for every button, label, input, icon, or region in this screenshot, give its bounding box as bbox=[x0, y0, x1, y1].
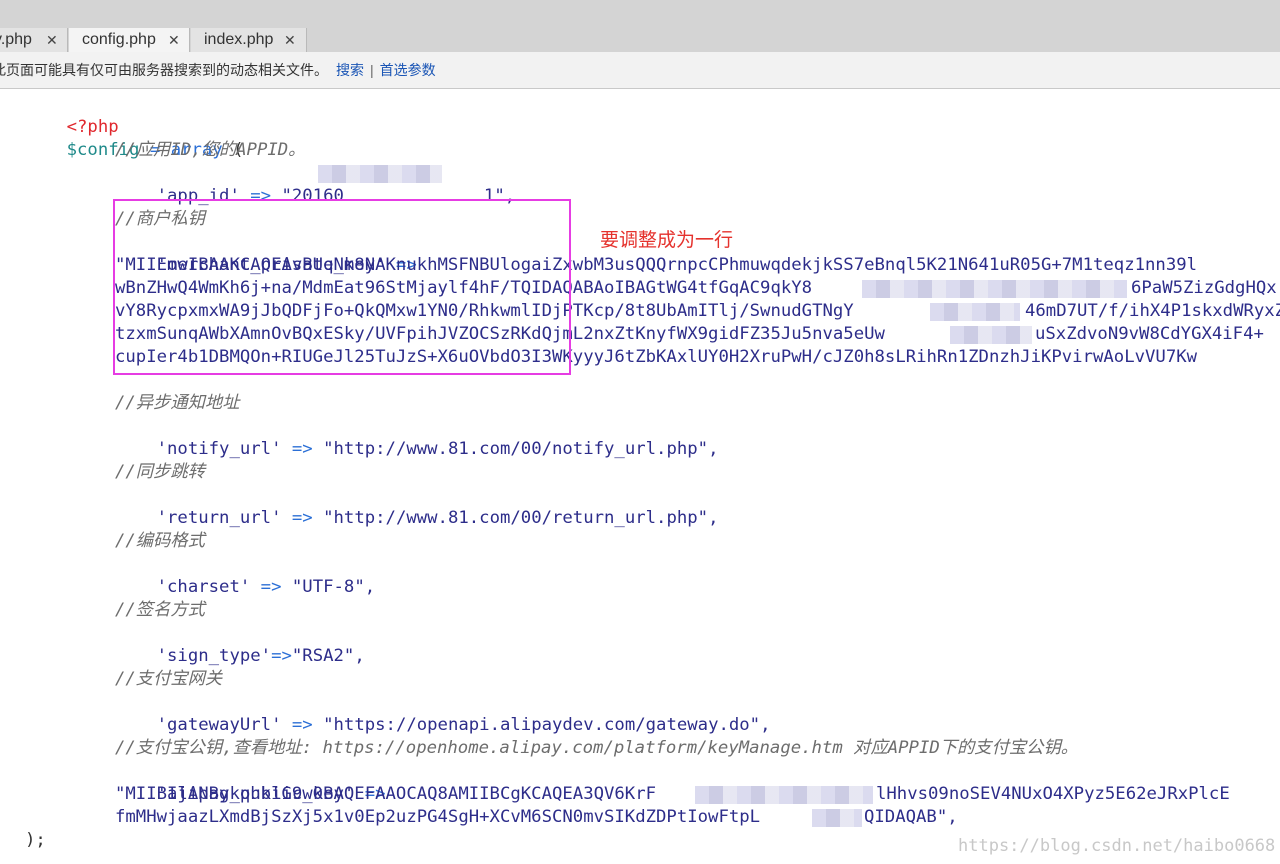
code-line: 'alipay_public_key' => bbox=[115, 760, 386, 804]
tab-bar: y.php ✕ config.php ✕ index.php ✕ bbox=[0, 28, 1280, 52]
info-message: 此页面可能具有仅可由服务器搜索到的动态相关文件。 bbox=[0, 62, 328, 78]
tab-label: index.php bbox=[204, 31, 274, 48]
arrow-operator: => bbox=[281, 439, 324, 459]
tab-label: y.php bbox=[0, 31, 32, 48]
arrow-operator: => bbox=[281, 715, 324, 735]
search-link[interactable]: 搜索 bbox=[336, 62, 364, 78]
tab-index-php[interactable]: index.php ✕ bbox=[191, 28, 307, 52]
tab-close-icon[interactable]: ✕ bbox=[284, 28, 296, 52]
code-comment: //编码格式 bbox=[115, 531, 205, 551]
public-key-line: "MIIBIjANBgkqhkiG9w0BAQEFAAOCAQ8AMIIBCgK… bbox=[115, 784, 657, 804]
redacted-private-key bbox=[930, 303, 1020, 321]
preferences-link[interactable]: 首选参数 bbox=[380, 62, 436, 78]
redacted-app-id bbox=[318, 165, 442, 183]
code-close: ); bbox=[25, 830, 46, 850]
private-key-line: 46mD7UT/f/ihX4P1skxdWRyxZS bbox=[1025, 301, 1280, 321]
gateway-url-value: "https://openapi.alipaydev.com/gateway.d… bbox=[323, 715, 771, 735]
code-line: 'app_id' => "20160 1", bbox=[115, 162, 516, 206]
redacted-private-key bbox=[862, 280, 1127, 298]
private-key-line: uSxZdvoN9vW8CdYGX4iF4+ bbox=[1035, 324, 1264, 344]
code-comment: //应用ID,您的APPID。 bbox=[115, 140, 306, 160]
code-comment: //同步跳转 bbox=[115, 462, 205, 482]
code-line: <?php bbox=[25, 93, 119, 137]
code-line: 'sign_type'=>"RSA2", bbox=[115, 622, 365, 666]
sign-type-value: "RSA2", bbox=[291, 646, 365, 666]
info-separator: | bbox=[370, 62, 374, 78]
private-key-line: 6PaW5ZizGdgHQx bbox=[1131, 278, 1277, 298]
charset-key: 'charset' bbox=[156, 577, 251, 597]
arrow-operator: => bbox=[250, 577, 292, 597]
code-comment: //异步通知地址 bbox=[115, 393, 240, 413]
code-line: 'notify_url' => "http://www.81.com/00/no… bbox=[115, 415, 719, 459]
code-line: 'return_url' => "http://www.81.com/00/re… bbox=[115, 484, 719, 528]
code-comment: //签名方式 bbox=[115, 600, 205, 620]
notify-url-key: 'notify_url' bbox=[156, 439, 282, 459]
tab-close-icon[interactable]: ✕ bbox=[46, 28, 58, 52]
tab-label: config.php bbox=[82, 31, 156, 48]
window-top-strip bbox=[0, 0, 1280, 28]
code-line: 'charset' => "UTF-8", bbox=[115, 553, 376, 597]
highlight-box bbox=[113, 199, 571, 375]
code-editor[interactable]: <?php $config = array ( //应用ID,您的APPID。 … bbox=[0, 89, 1280, 864]
public-key-line: QIDAQAB", bbox=[864, 807, 958, 827]
public-key-line: fmMHwjaazLXmdBjSzXj5x1v0Ep2uzPG4SgH+XCvM… bbox=[115, 807, 761, 827]
return-url-key: 'return_url' bbox=[156, 508, 282, 528]
arrow-operator: => bbox=[271, 646, 292, 666]
gateway-url-key: 'gatewayUrl' bbox=[156, 715, 282, 735]
code-comment: //支付宝网关 bbox=[115, 669, 223, 689]
watermark: https://blog.csdn.net/haibo0668 bbox=[958, 836, 1276, 856]
code-comment: //支付宝公钥,查看地址: https://openhome.alipay.co… bbox=[115, 738, 1079, 758]
tab-config-php[interactable]: config.php ✕ bbox=[69, 28, 190, 52]
code-line: $config = array ( bbox=[25, 116, 244, 160]
redacted-public-key bbox=[695, 786, 873, 804]
annotation-note: 要调整成为一行 bbox=[600, 230, 734, 251]
notify-url-value: "http://www.81.com/00/notify_url.php", bbox=[323, 439, 719, 459]
charset-value: "UTF-8", bbox=[291, 577, 376, 597]
return-url-value: "http://www.81.com/00/return_url.php", bbox=[323, 508, 719, 528]
code-line: 'gatewayUrl' => "https://openapi.alipayd… bbox=[115, 691, 771, 735]
info-bar: 此页面可能具有仅可由服务器搜索到的动态相关文件。 搜索 | 首选参数 bbox=[0, 52, 1280, 89]
arrow-operator: => bbox=[281, 508, 324, 528]
tab-y-php[interactable]: y.php ✕ bbox=[0, 28, 68, 52]
tab-close-icon[interactable]: ✕ bbox=[168, 28, 180, 52]
public-key-line: lHhvs09noSEV4NUxO4XPyz5E62eJRxPlcE bbox=[876, 784, 1230, 804]
redacted-public-key bbox=[812, 809, 862, 827]
redacted-private-key bbox=[950, 326, 1032, 344]
sign-type-key: 'sign_type' bbox=[156, 646, 272, 666]
